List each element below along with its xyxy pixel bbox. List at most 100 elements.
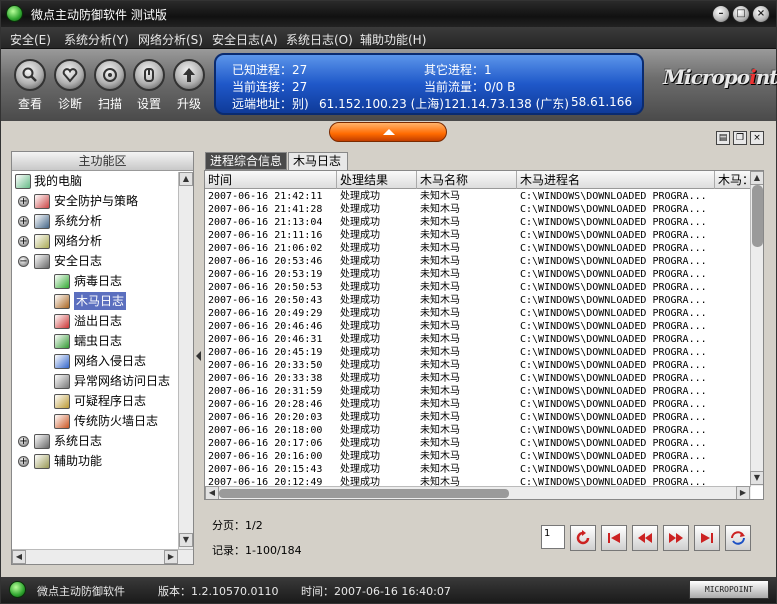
- table-row[interactable]: 2007-06-16 20:46:46 处理成功 未知木马 C:\WINDOWS\DO…: [205, 320, 751, 333]
- table-vertical-scrollbar[interactable]: ▲ ▼: [750, 171, 763, 486]
- menu-system-log[interactable]: 系统日志(O): [286, 31, 353, 48]
- expand-icon[interactable]: +: [18, 216, 29, 227]
- upgrade-icon: [173, 59, 205, 91]
- panel-tile-icon[interactable]: ❐: [733, 131, 747, 145]
- tree-item[interactable]: 病毒日志: [12, 272, 178, 292]
- view-button[interactable]: 查看: [10, 59, 50, 112]
- table-row[interactable]: 2007-06-16 20:53:19 处理成功 未知木马 C:\WINDOWS\DO…: [205, 268, 751, 281]
- table-row[interactable]: 2007-06-16 20:33:38 处理成功 未知木马 C:\WINDOWS\DO…: [205, 372, 751, 385]
- menu-tools[interactable]: 辅助功能(H): [360, 31, 426, 48]
- tree-item[interactable]: 溢出日志: [12, 312, 178, 332]
- menu-system-analysis[interactable]: 系统分析(Y): [64, 31, 129, 48]
- table-row[interactable]: 2007-06-16 20:20:03 处理成功 未知木马 C:\WINDOWS\DO…: [205, 411, 751, 424]
- prev-page-button[interactable]: [632, 525, 658, 551]
- column-trojan-name[interactable]: 木马名称: [417, 171, 517, 189]
- tree-item[interactable]: 传统防火墙日志: [12, 412, 178, 432]
- expand-icon[interactable]: +: [18, 196, 29, 207]
- page-number-input[interactable]: 1: [541, 525, 565, 549]
- table-row[interactable]: 2007-06-16 20:50:53 处理成功 未知木马 C:\WINDOWS\DO…: [205, 281, 751, 294]
- column-trojan-process[interactable]: 木马进程名: [517, 171, 715, 189]
- tree-item[interactable]: 可疑程序日志: [12, 392, 178, 412]
- tab-trojan-log[interactable]: 木马日志: [288, 152, 348, 170]
- table-row[interactable]: 2007-06-16 20:50:43 处理成功 未知木马 C:\WINDOWS\DO…: [205, 294, 751, 307]
- diagnose-button[interactable]: 诊断: [50, 59, 90, 112]
- tree-vertical-scrollbar[interactable]: ▲ ▼: [178, 172, 193, 549]
- table-cell: 2007-06-16 20:46:46: [208, 321, 323, 332]
- tree-item[interactable]: 我的电脑: [12, 172, 178, 192]
- table-row[interactable]: 2007-06-16 21:42:11 处理成功 未知木马 C:\WINDOWS\DO…: [205, 190, 751, 203]
- panel-restore-icon[interactable]: ▤: [716, 131, 730, 145]
- table-scroll-down-icon[interactable]: ▼: [750, 471, 763, 485]
- current-connections: 当前连接：27: [232, 80, 308, 94]
- table-row[interactable]: 2007-06-16 21:41:28 处理成功 未知木马 C:\WINDOWS\DO…: [205, 203, 751, 216]
- collapse-toolbar-button[interactable]: [329, 122, 447, 142]
- splitter-arrow-icon[interactable]: [196, 351, 201, 361]
- panel-splitter[interactable]: [195, 151, 203, 565]
- table-row[interactable]: 2007-06-16 20:31:59 处理成功 未知木马 C:\WINDOWS\DO…: [205, 385, 751, 398]
- tree-item[interactable]: 异常网络访问日志: [12, 372, 178, 392]
- table-scroll-left-icon[interactable]: ◀: [205, 486, 219, 499]
- menu-network-analysis[interactable]: 网络分析(S): [138, 31, 203, 48]
- table-row[interactable]: 2007-06-16 20:16:00 处理成功 未知木马 C:\WINDOWS\DO…: [205, 450, 751, 463]
- scan-button[interactable]: 扫描: [90, 59, 130, 112]
- table-scroll-right-icon[interactable]: ▶: [736, 486, 750, 499]
- tab-process-info[interactable]: 进程综合信息: [205, 152, 287, 170]
- title-bar[interactable]: 微点主动防御软件 测试版 – □ ×: [1, 1, 776, 27]
- table-row[interactable]: 2007-06-16 21:11:16 处理成功 未知木马 C:\WINDOWS\DO…: [205, 229, 751, 242]
- tree-item[interactable]: 网络入侵日志: [12, 352, 178, 372]
- table-horizontal-scrollbar[interactable]: ◀ ▶: [205, 486, 751, 499]
- main-function-panel: 主功能区 我的电脑 + 安全防护与策略 + 系统分析 + 网络分析 − 安全日志 病毒日志 木马日志…: [11, 151, 194, 565]
- table-row[interactable]: 2007-06-16 20:28:46 处理成功 未知木马 C:\WINDOWS\DO…: [205, 398, 751, 411]
- column-result[interactable]: 处理结果: [337, 171, 417, 189]
- table-cell: 未知木马: [420, 256, 460, 267]
- table-hscroll-thumb[interactable]: [219, 489, 509, 498]
- column-trojan-extra[interactable]: 木马：: [715, 171, 751, 189]
- menu-security[interactable]: 安全(E): [10, 31, 51, 48]
- last-page-button[interactable]: [694, 525, 720, 551]
- table-scroll-up-icon[interactable]: ▲: [750, 171, 763, 185]
- scroll-right-icon[interactable]: ▶: [164, 550, 178, 564]
- expand-icon[interactable]: +: [18, 236, 29, 247]
- tree-horizontal-scrollbar[interactable]: ◀ ▶: [12, 549, 193, 564]
- table-row[interactable]: 2007-06-16 21:13:04 处理成功 未知木马 C:\WINDOWS\DO…: [205, 216, 751, 229]
- expand-icon[interactable]: +: [18, 456, 29, 467]
- next-page-button[interactable]: [663, 525, 689, 551]
- tree-item[interactable]: + 安全防护与策略: [12, 192, 178, 212]
- table-scroll-thumb[interactable]: [752, 185, 763, 247]
- table-row[interactable]: 2007-06-16 20:17:06 处理成功 未知木马 C:\WINDOWS\DO…: [205, 437, 751, 450]
- menu-security-log[interactable]: 安全日志(A): [212, 31, 278, 48]
- export-button[interactable]: [725, 525, 751, 551]
- table-cell: 处理成功: [340, 321, 380, 332]
- column-time[interactable]: 时间: [205, 171, 337, 189]
- scroll-down-icon[interactable]: ▼: [179, 533, 193, 547]
- table-row[interactable]: 2007-06-16 20:45:19 处理成功 未知木马 C:\WINDOWS\DO…: [205, 346, 751, 359]
- first-page-button[interactable]: [601, 525, 627, 551]
- scroll-left-icon[interactable]: ◀: [12, 550, 26, 564]
- tree-item[interactable]: 木马日志: [12, 292, 178, 312]
- table-row[interactable]: 2007-06-16 20:53:46 处理成功 未知木马 C:\WINDOWS\DO…: [205, 255, 751, 268]
- scroll-up-icon[interactable]: ▲: [179, 172, 193, 186]
- tree-item[interactable]: 蠕虫日志: [12, 332, 178, 352]
- table-row[interactable]: 2007-06-16 20:33:50 处理成功 未知木马 C:\WINDOWS\DO…: [205, 359, 751, 372]
- panel-close-icon[interactable]: ×: [750, 131, 764, 145]
- tree-item[interactable]: + 系统分析: [12, 212, 178, 232]
- tree-item[interactable]: + 系统日志: [12, 432, 178, 452]
- table-cell: C:\WINDOWS\DOWNLOADED PROGRA...: [520, 217, 707, 228]
- tree-item[interactable]: + 网络分析: [12, 232, 178, 252]
- collapse-icon[interactable]: −: [18, 256, 29, 267]
- settings-button[interactable]: 设置: [129, 59, 169, 112]
- table-row[interactable]: 2007-06-16 20:46:31 处理成功 未知木马 C:\WINDOWS\DO…: [205, 333, 751, 346]
- table-row[interactable]: 2007-06-16 21:06:02 处理成功 未知木马 C:\WINDOWS\DO…: [205, 242, 751, 255]
- upgrade-button[interactable]: 升级: [169, 59, 209, 112]
- minimize-button[interactable]: –: [712, 5, 730, 23]
- table-row[interactable]: 2007-06-16 20:49:29 处理成功 未知木马 C:\WINDOWS\DO…: [205, 307, 751, 320]
- tree-item[interactable]: − 安全日志: [12, 252, 178, 272]
- expand-icon[interactable]: +: [18, 436, 29, 447]
- tree-item[interactable]: + 辅助功能: [12, 452, 178, 472]
- close-button[interactable]: ×: [752, 5, 770, 23]
- maximize-button[interactable]: □: [732, 5, 750, 23]
- page-indicator: 分页：1/2: [212, 519, 263, 532]
- table-row[interactable]: 2007-06-16 20:15:43 处理成功 未知木马 C:\WINDOWS\DO…: [205, 463, 751, 476]
- table-row[interactable]: 2007-06-16 20:18:00 处理成功 未知木马 C:\WINDOWS\DO…: [205, 424, 751, 437]
- refresh-button[interactable]: [570, 525, 596, 551]
